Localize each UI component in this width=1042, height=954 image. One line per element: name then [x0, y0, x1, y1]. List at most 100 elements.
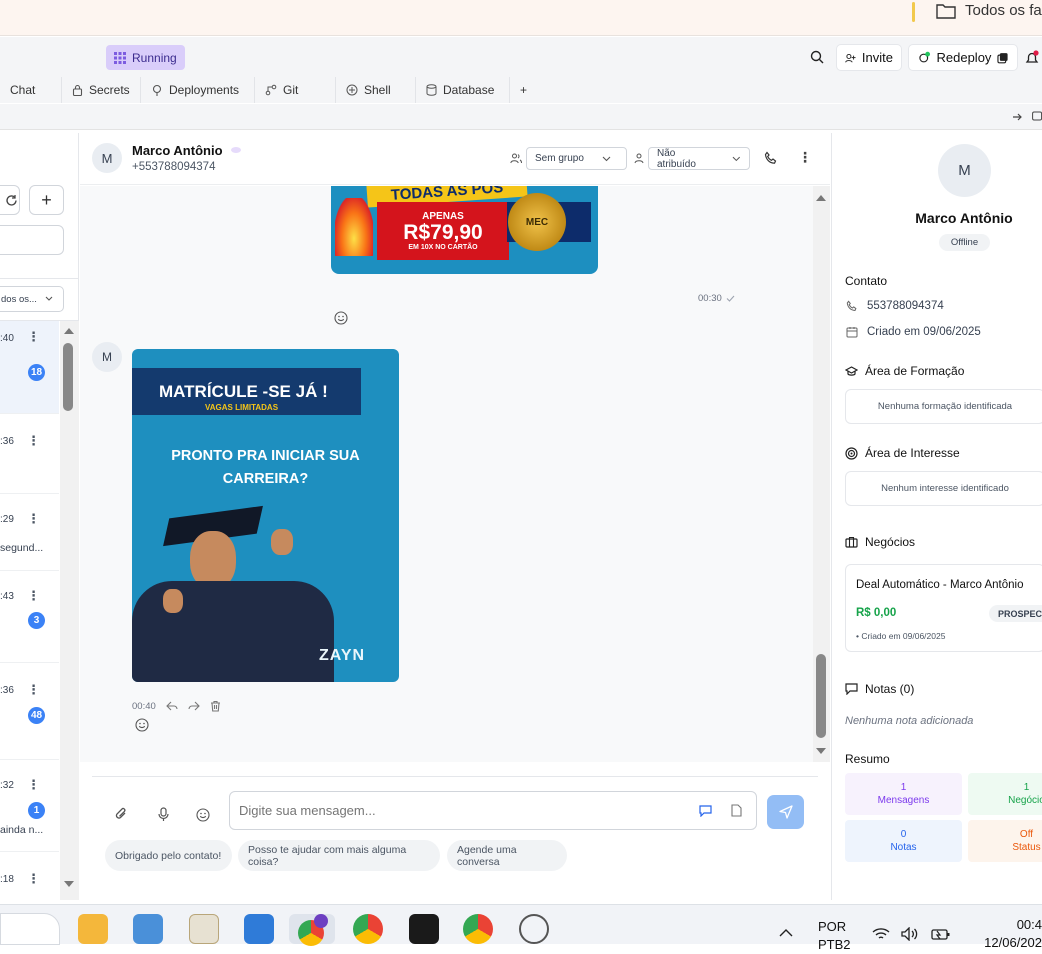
invite-label: Invite — [861, 50, 893, 65]
conversation-row[interactable]: :18 ⋮ — [0, 852, 59, 900]
copy-icon — [997, 52, 1009, 63]
redeploy-button[interactable]: Redeploy — [908, 44, 1018, 71]
chat-bubble-icon[interactable] — [1032, 111, 1042, 123]
taskbar-search-box[interactable] — [0, 913, 60, 945]
quick-reply-icon[interactable] — [699, 805, 712, 817]
phone-icon[interactable] — [764, 151, 778, 165]
contact-panel-name: Marco Antônio — [915, 210, 1013, 226]
emoji-icon[interactable] — [196, 808, 210, 822]
chrome-icon[interactable] — [289, 914, 335, 946]
system-clock[interactable]: 00:4 12/06/202 — [972, 916, 1042, 952]
more-options-icon[interactable]: ⋮ — [27, 329, 40, 345]
wifi-icon[interactable] — [872, 927, 890, 941]
add-tab-button[interactable]: + — [510, 77, 540, 103]
conversation-row[interactable]: :36 ⋮ 48 — [0, 663, 59, 760]
tab-label: Deployments — [169, 83, 240, 97]
scroll-up-icon[interactable] — [815, 194, 827, 202]
more-options-icon[interactable]: ⋮ — [27, 682, 40, 698]
battery-icon[interactable] — [931, 927, 951, 941]
arrow-right-icon[interactable] — [1012, 112, 1022, 122]
scroll-thumb[interactable] — [63, 343, 73, 411]
more-options-icon[interactable]: ⋮ — [27, 777, 40, 793]
conversation-row[interactable]: :43 ⋮ 3 — [0, 571, 59, 663]
message-text-field[interactable] — [239, 800, 679, 820]
poster-line-2: CARREIRA? — [222, 471, 309, 487]
promo-banner-image[interactable]: TODAS AS PÓS APENAS R$79,90 EM 10X NO CA… — [331, 186, 598, 274]
tab-chat[interactable]: Chat — [0, 77, 62, 103]
conversation-row[interactable]: :29 ⋮ segund... — [0, 494, 59, 571]
more-options-icon[interactable]: ⋮ — [27, 871, 40, 887]
chevron-up-icon[interactable] — [779, 928, 793, 937]
quick-reply-chip[interactable]: Agende uma conversa — [447, 840, 567, 871]
control-panel-icon[interactable] — [133, 914, 163, 944]
volume-icon[interactable] — [901, 927, 919, 941]
contact-name-text: Marco Antônio — [132, 143, 223, 158]
deal-title: Deal Automático - Marco Antônio — [856, 579, 1024, 591]
chat-scrollbar[interactable] — [813, 186, 830, 762]
deal-card[interactable]: Deal Automático - Marco Antônio R$ 0,00 … — [845, 564, 1042, 652]
tab-shell[interactable]: Shell — [336, 77, 416, 103]
more-options-icon[interactable]: ⋮ — [27, 511, 40, 527]
reply-icon[interactable] — [166, 701, 178, 711]
scroll-thumb[interactable] — [816, 654, 826, 738]
conversation-row[interactable]: :32 ⋮ 1 ainda n... — [0, 760, 59, 852]
emoji-reaction-icon[interactable] — [334, 311, 348, 325]
section-title-contato: Contato — [845, 274, 887, 288]
microphone-icon[interactable] — [158, 807, 169, 822]
notepad-icon[interactable] — [244, 914, 274, 944]
poster-title: MATRÍCULE -SE JÁ ! — [159, 382, 328, 401]
notification-bell-icon[interactable] — [1024, 50, 1040, 66]
status-filter-select[interactable]: dos os... — [0, 286, 64, 312]
trash-icon[interactable] — [210, 700, 221, 712]
chevron-down-icon — [602, 156, 611, 161]
capcut-icon[interactable] — [409, 914, 439, 944]
tab-git[interactable]: Git — [255, 77, 336, 103]
file-explorer-icon[interactable] — [78, 914, 108, 944]
tab-label: Chat — [10, 83, 36, 97]
forward-icon[interactable] — [188, 701, 200, 711]
search-icon[interactable] — [810, 50, 824, 64]
assignee-select[interactable]: Não atribuído — [648, 147, 750, 170]
invite-button[interactable]: Invite — [836, 44, 902, 71]
scroll-down-icon[interactable] — [63, 880, 75, 888]
run-status-button[interactable]: Running — [106, 45, 185, 70]
message-meta: 00:30 — [698, 293, 735, 304]
message-input[interactable] — [229, 791, 757, 830]
scroll-up-icon[interactable] — [63, 327, 75, 335]
search-conversations-input[interactable] — [0, 225, 64, 255]
store-lock-icon[interactable] — [189, 914, 219, 944]
chrome-profile-icon[interactable] — [353, 914, 383, 944]
conversation-list-panel: + dos os... :40 ⋮ 18 :36 ⋮ :29 ⋮ segund... … — [0, 133, 79, 900]
list-scrollbar[interactable] — [60, 321, 79, 900]
run-status-label: Running — [132, 50, 177, 65]
deal-value: R$ 0,00 — [856, 607, 897, 619]
more-options-icon[interactable]: ⋮ — [27, 588, 40, 604]
scroll-down-icon[interactable] — [815, 747, 827, 755]
quick-reply-chip[interactable]: Obrigado pelo contato! — [105, 840, 232, 871]
chrome-profile-icon[interactable] — [463, 914, 493, 944]
quick-reply-chip[interactable]: Posso te ajudar com mais alguma coisa? — [238, 840, 440, 871]
tab-database[interactable]: Database — [416, 77, 510, 103]
more-options-icon[interactable]: ⋮ — [798, 149, 812, 166]
emoji-reaction-icon[interactable] — [135, 718, 149, 732]
created-date-row: Criado em 09/06/2025 — [846, 326, 981, 338]
tab-deployments[interactable]: Deployments — [141, 77, 255, 103]
folder-item[interactable]: Todos os fa — [936, 2, 1042, 19]
obs-icon[interactable] — [519, 914, 549, 944]
paperclip-icon[interactable] — [114, 806, 128, 822]
section-title-notas: Notas (0) — [845, 682, 914, 696]
group-select[interactable]: Sem grupo — [526, 147, 627, 170]
conversation-row[interactable]: :40 ⋮ 18 — [0, 321, 59, 414]
tab-secrets[interactable]: Secrets — [62, 77, 141, 103]
refresh-button[interactable] — [0, 185, 20, 215]
price-box: APENAS R$79,90 EM 10X NO CARTÃO — [377, 202, 509, 260]
add-conversation-button[interactable]: + — [29, 185, 64, 215]
send-button[interactable] — [767, 795, 804, 829]
banner-price: R$79,90 — [403, 221, 483, 244]
poster-image[interactable]: MATRÍCULE -SE JÁ ! VAGAS LIMITADAS PRONT… — [132, 349, 399, 682]
input-language[interactable]: POR PTB2 — [818, 918, 851, 954]
mec-seal: MEC — [508, 193, 566, 251]
conversation-row[interactable]: :36 ⋮ — [0, 414, 59, 494]
more-options-icon[interactable]: ⋮ — [27, 433, 40, 449]
template-icon[interactable] — [731, 804, 742, 817]
